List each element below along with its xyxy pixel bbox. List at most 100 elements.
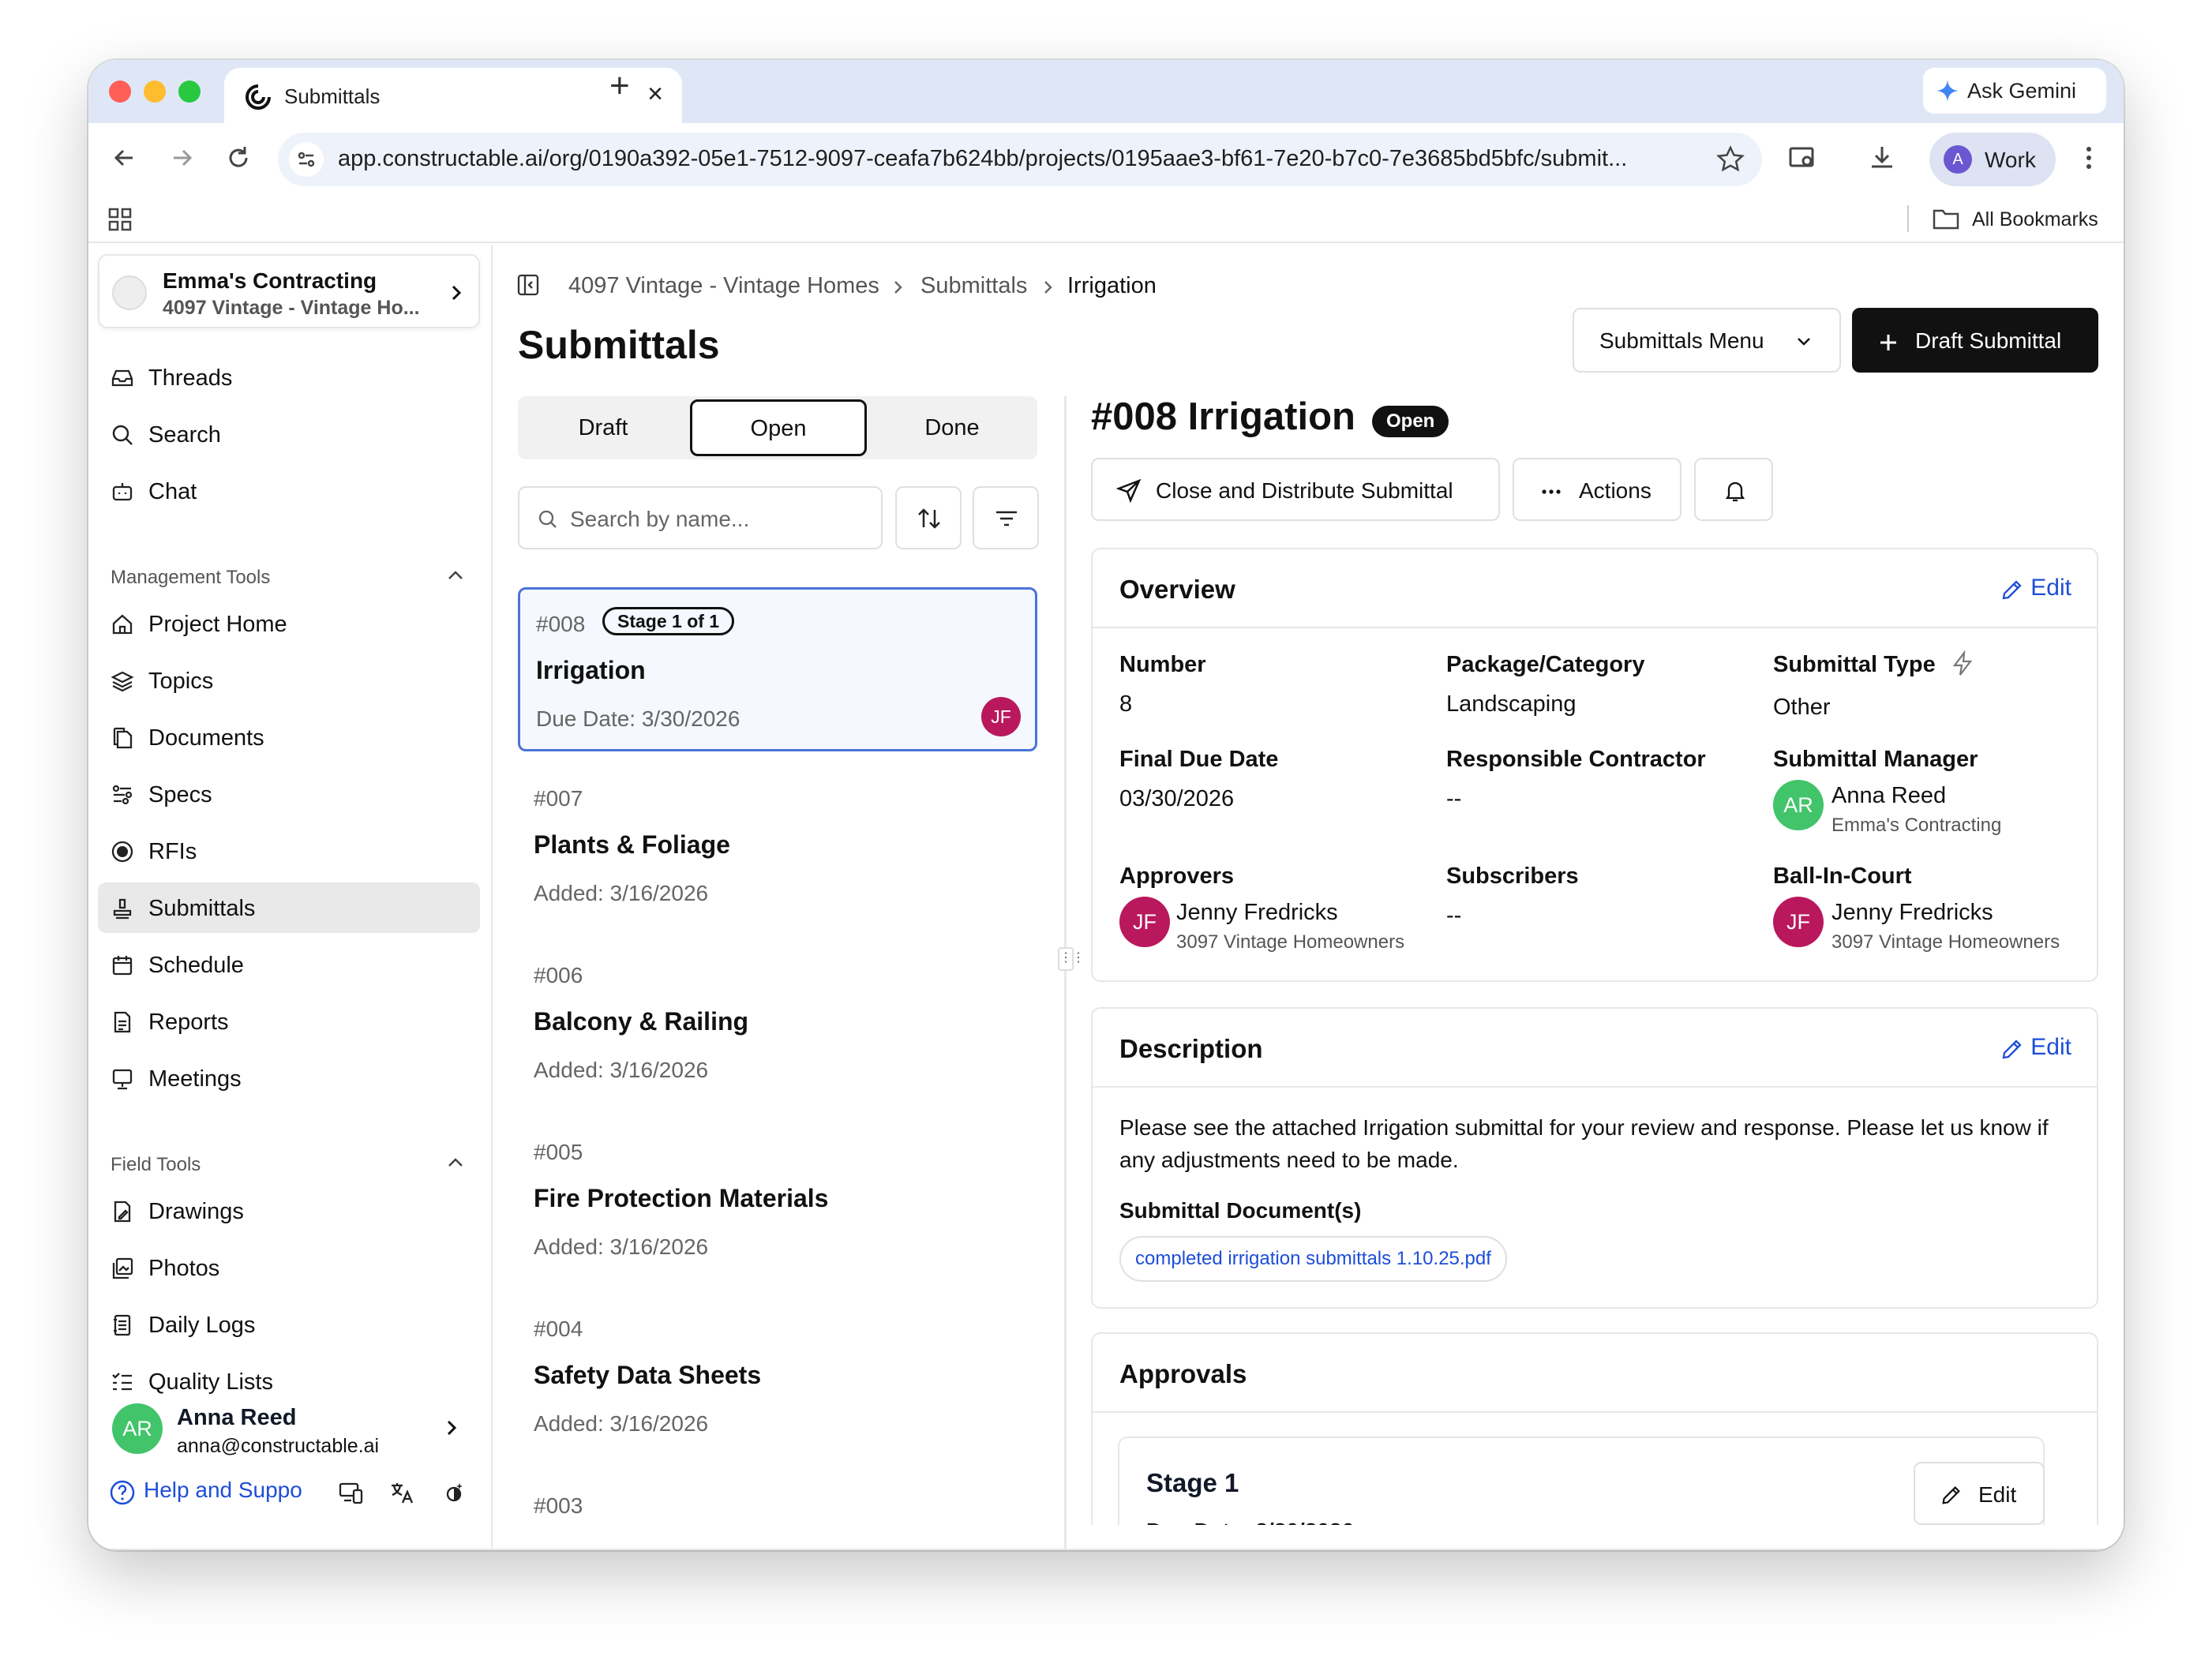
tab-open[interactable]: Open xyxy=(690,399,867,456)
filter-button[interactable] xyxy=(973,486,1039,549)
overview-header: Overview Edit xyxy=(1093,549,2097,628)
profile-button[interactable]: A Work xyxy=(1929,133,2056,186)
list-item[interactable]: #006 Balcony & Railing Added: 3/16/2026 xyxy=(518,941,1037,1105)
maximize-window-button[interactable] xyxy=(178,81,201,103)
layers-icon xyxy=(111,671,134,692)
bookmark-star-icon[interactable] xyxy=(1715,144,1746,175)
final-due-value: 03/30/2026 xyxy=(1119,786,1235,811)
draft-submittal-label: Draft Submittal xyxy=(1915,328,2062,353)
submittal-type-value: Other xyxy=(1773,695,1831,720)
sidebar-item-rfis[interactable]: RFIs xyxy=(98,826,480,876)
lightning-icon xyxy=(1952,650,1973,676)
approvals-panel: Approvals Stage 1 Edit Due Date: 3/30/20… xyxy=(1091,1332,2098,1550)
notifications-button[interactable] xyxy=(1694,458,1773,521)
package-label: Package/Category xyxy=(1446,652,1645,677)
documents-icon xyxy=(113,727,133,749)
ask-gemini-button[interactable]: Ask Gemini xyxy=(1923,68,2106,114)
tab-draft[interactable]: Draft xyxy=(518,396,688,459)
sidebar-item-specs[interactable]: Specs xyxy=(98,769,480,819)
breadcrumb-current: Irrigation xyxy=(1067,273,1157,298)
help-and-support-link[interactable]: Help and Suppo xyxy=(144,1478,302,1503)
submittals-menu-label: Submittals Menu xyxy=(1599,328,1764,353)
sidebar-item-threads[interactable]: Threads xyxy=(98,352,480,403)
profile-label: Work xyxy=(1985,148,2036,172)
sidebar-item-project-home[interactable]: Project Home xyxy=(98,598,480,649)
search-input[interactable]: Search by name... xyxy=(518,486,883,549)
list-item[interactable]: #005 Fire Protection Materials Added: 3/… xyxy=(518,1118,1037,1282)
theme-toggle-icon[interactable] xyxy=(441,1479,467,1506)
sidebar-item-drawings[interactable]: Drawings xyxy=(98,1186,480,1236)
all-bookmarks-label[interactable]: All Bookmarks xyxy=(1972,208,2098,231)
forward-icon[interactable] xyxy=(164,140,199,175)
final-due-label: Final Due Date xyxy=(1119,747,1279,772)
daily-logs-icon xyxy=(114,1314,131,1336)
tab-done[interactable]: Done xyxy=(867,396,1037,459)
translate-icon[interactable] xyxy=(388,1479,415,1506)
draft-submittal-button[interactable]: Draft Submittal xyxy=(1852,308,2098,373)
site-settings-icon[interactable] xyxy=(289,142,324,177)
sidebar-item-label: Specs xyxy=(148,782,212,807)
sidebar-item-search[interactable]: Search xyxy=(98,409,480,459)
sidebar-item-documents[interactable]: Documents xyxy=(98,712,480,762)
description-title: Description xyxy=(1119,1034,1263,1063)
devices-icon[interactable] xyxy=(338,1479,365,1506)
sidebar-item-schedule[interactable]: Schedule xyxy=(98,939,480,990)
download-icon[interactable] xyxy=(1865,140,1899,175)
resize-divider xyxy=(1064,396,1067,1550)
minimize-window-button[interactable] xyxy=(144,81,166,103)
close-distribute-button[interactable]: Close and Distribute Submittal xyxy=(1091,458,1500,521)
browser-menu-icon[interactable] xyxy=(2071,140,2106,175)
close-tab-icon[interactable]: × xyxy=(647,79,663,110)
reload-icon[interactable] xyxy=(221,140,256,175)
manager-name: Anna Reed xyxy=(1831,783,1947,808)
tab-search-icon[interactable] xyxy=(1786,140,1820,175)
subscribers-label: Subscribers xyxy=(1446,863,1579,889)
sidebar-item-label: RFIs xyxy=(148,839,197,864)
submittals-menu-button[interactable]: Submittals Menu xyxy=(1573,308,1841,373)
sort-button[interactable] xyxy=(895,486,962,549)
chevron-right-icon xyxy=(452,285,462,301)
list-item[interactable]: #003 xyxy=(518,1471,1037,1550)
sidebar-item-submittals[interactable]: Submittals xyxy=(98,882,480,933)
manager-org: Emma's Contracting xyxy=(1831,815,2002,836)
stage-edit-button[interactable]: Edit xyxy=(1914,1462,2045,1525)
collapse-sidebar-icon[interactable] xyxy=(516,273,540,297)
description-edit-button[interactable]: Edit xyxy=(2030,1034,2071,1061)
pencil-icon xyxy=(1942,1486,1960,1504)
sidebar-item-meetings[interactable]: Meetings xyxy=(98,1053,480,1103)
resize-handle[interactable]: ⋮⋮ xyxy=(1058,947,1085,971)
back-icon[interactable] xyxy=(107,140,142,175)
sidebar-item-chat[interactable]: Chat xyxy=(98,466,480,516)
close-distribute-label: Close and Distribute Submittal xyxy=(1156,478,1453,503)
list-item[interactable]: #008 Stage 1 of 1 Irrigation Due Date: 3… xyxy=(518,587,1037,751)
breadcrumb-submittals[interactable]: Submittals xyxy=(920,273,1027,299)
send-icon xyxy=(1116,478,1142,504)
ball-in-court-label: Ball-In-Court xyxy=(1773,863,1912,889)
sidebar-item-topics[interactable]: Topics xyxy=(98,655,480,706)
address-bar[interactable]: app.constructable.ai/org/0190a392-05e1-7… xyxy=(278,133,1762,186)
breadcrumb-project[interactable]: 4097 Vintage - Vintage Homes xyxy=(568,273,879,299)
overview-edit-button[interactable]: Edit xyxy=(2030,575,2071,601)
help-icon[interactable] xyxy=(109,1479,136,1506)
sidebar-item-daily-logs[interactable]: Daily Logs xyxy=(98,1299,480,1350)
close-window-button[interactable] xyxy=(109,81,131,103)
avatar: JF xyxy=(1119,897,1170,947)
submittal-date: Added: 3/16/2026 xyxy=(534,1411,709,1436)
avatar: AR xyxy=(1773,780,1824,830)
chevron-up-icon[interactable] xyxy=(445,567,466,584)
user-menu[interactable]: AR Anna Reed anna@constructable.ai xyxy=(98,1389,480,1465)
actions-button[interactable]: Actions xyxy=(1513,458,1681,521)
sidebar-item-photos[interactable]: Photos xyxy=(98,1242,480,1293)
attached-file-link[interactable]: completed irrigation submittals 1.10.25.… xyxy=(1119,1236,1507,1282)
gemini-icon xyxy=(1936,80,1959,102)
help-row: Help and Suppo xyxy=(109,1474,480,1509)
submittal-number: #008 xyxy=(536,612,586,636)
chevron-up-icon[interactable] xyxy=(445,1154,466,1171)
project-switcher[interactable]: Emma's Contracting 4097 Vintage - Vintag… xyxy=(98,254,480,328)
new-tab-button[interactable]: + xyxy=(609,66,630,106)
list-item[interactable]: #007 Plants & Foliage Added: 3/16/2026 xyxy=(518,764,1037,928)
sidebar-item-reports[interactable]: Reports xyxy=(98,996,480,1047)
apps-grid-icon[interactable] xyxy=(107,207,133,232)
list-item[interactable]: #004 Safety Data Sheets Added: 3/16/2026 xyxy=(518,1294,1037,1459)
org-name: Emma's Contracting xyxy=(163,268,377,293)
